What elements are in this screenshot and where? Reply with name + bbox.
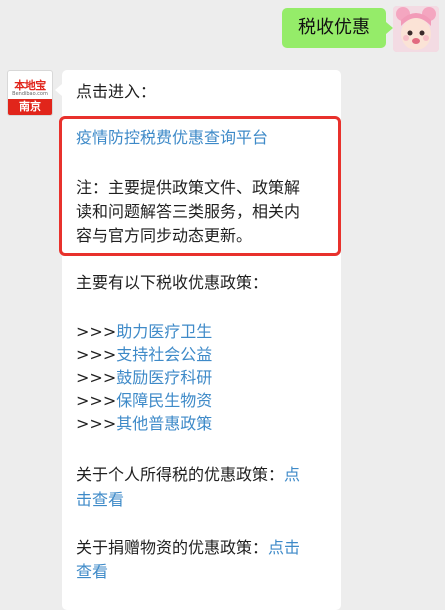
note-line: 读和问题解答三类服务，相关内 — [76, 202, 301, 221]
user-avatar-image — [393, 6, 439, 52]
intro-text: 点击进入： — [76, 82, 157, 101]
incoming-message-bubble: 点击进入： 疫情防控税费优惠查询平台 注：主要提供政策文件、政策解 读和问题解答… — [55, 70, 341, 610]
donation-link-cont[interactable]: 查看 — [76, 560, 108, 584]
account-city-label: 南京 — [8, 99, 52, 115]
policy-item[interactable]: >>>保障民生物资 — [76, 389, 212, 412]
account-logo-url: Bendibao.com — [12, 91, 48, 97]
policy-list: >>>助力医疗卫生 >>>支持社会公益 >>>鼓励医疗科研 >>>保障民生物资 … — [76, 320, 212, 435]
personal-tax-line: 关于个人所得税的优惠政策：点 — [76, 463, 300, 487]
user-avatar[interactable] — [393, 6, 439, 52]
note-line: 容与官方同步动态更新。 — [76, 226, 253, 245]
policy-link[interactable]: 支持社会公益 — [116, 345, 212, 364]
donation-label: 关于捐赠物资的优惠政策： — [76, 538, 269, 557]
personal-tax-label: 关于个人所得税的优惠政策： — [76, 465, 285, 484]
policy-prefix: >>> — [76, 322, 117, 341]
user-message-text: 税收优惠 — [298, 17, 370, 38]
policy-prefix: >>> — [76, 368, 117, 387]
note-line: 注：主要提供政策文件、政策解 — [76, 178, 301, 197]
donation-line: 关于捐赠物资的优惠政策：点击 — [76, 536, 300, 560]
policy-item[interactable]: >>>鼓励医疗科研 — [76, 366, 212, 389]
policy-prefix: >>> — [76, 391, 117, 410]
platform-link[interactable]: 疫情防控税费优惠查询平台 — [76, 126, 268, 150]
policy-item[interactable]: >>>助力医疗卫生 — [76, 320, 212, 343]
policy-prefix: >>> — [76, 414, 117, 433]
platform-note: 注：主要提供政策文件、政策解 读和问题解答三类服务，相关内 容与官方同步动态更新… — [76, 176, 338, 248]
account-avatar[interactable]: 本地宝 Bendibao.com 南京 — [7, 70, 53, 116]
policy-item[interactable]: >>>其他普惠政策 — [76, 412, 212, 435]
policy-link[interactable]: 保障民生物资 — [116, 391, 212, 410]
policies-heading: 主要有以下税收优惠政策： — [76, 273, 269, 292]
policy-item[interactable]: >>>支持社会公益 — [76, 343, 212, 366]
user-message-bubble[interactable]: 税收优惠 — [282, 8, 393, 48]
policy-link[interactable]: 其他普惠政策 — [116, 414, 212, 433]
donation-link[interactable]: 点击 — [268, 538, 300, 557]
policy-prefix: >>> — [76, 345, 117, 364]
personal-tax-link-cont[interactable]: 击查看 — [76, 488, 124, 512]
policy-link[interactable]: 鼓励医疗科研 — [116, 368, 212, 387]
personal-tax-link[interactable]: 点 — [284, 465, 300, 484]
policy-link[interactable]: 助力医疗卫生 — [116, 322, 212, 341]
